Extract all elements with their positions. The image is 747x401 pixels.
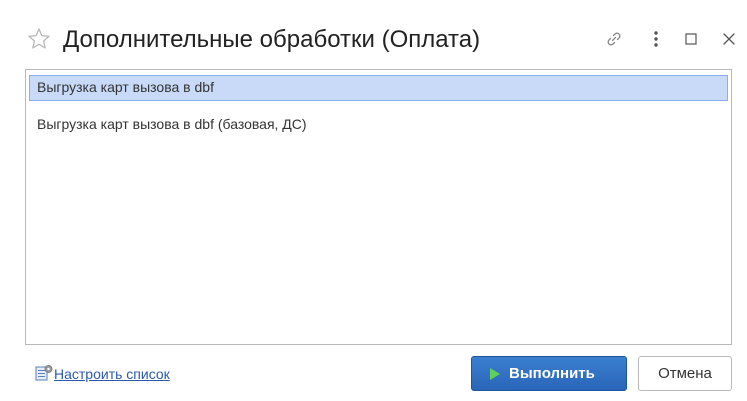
run-button-label: Выполнить (509, 365, 595, 382)
more-vertical-icon[interactable] (645, 28, 667, 50)
cancel-button-label: Отмена (658, 365, 712, 382)
play-icon (490, 367, 500, 380)
star-icon[interactable] (27, 27, 51, 51)
close-icon[interactable] (718, 28, 740, 50)
list-item[interactable]: Выгрузка карт вызова в dbf (29, 75, 728, 101)
list-settings-icon[interactable] (35, 364, 53, 382)
settings-list-link[interactable]: Настроить список (54, 366, 170, 382)
processing-list[interactable]: Выгрузка карт вызова в dbf Выгрузка карт… (25, 69, 732, 345)
dialog-window: Дополнительные обработки (Оплата) Выгруз… (0, 0, 747, 401)
maximize-icon[interactable] (680, 28, 702, 50)
link-icon[interactable] (603, 28, 625, 50)
window-title: Дополнительные обработки (Оплата) (63, 26, 481, 53)
title-bar: Дополнительные обработки (Оплата) (0, 0, 747, 66)
run-button[interactable]: Выполнить (471, 356, 627, 391)
list-item[interactable]: Выгрузка карт вызова в dbf (базовая, ДС) (29, 112, 728, 138)
cancel-button[interactable]: Отмена (638, 356, 732, 391)
